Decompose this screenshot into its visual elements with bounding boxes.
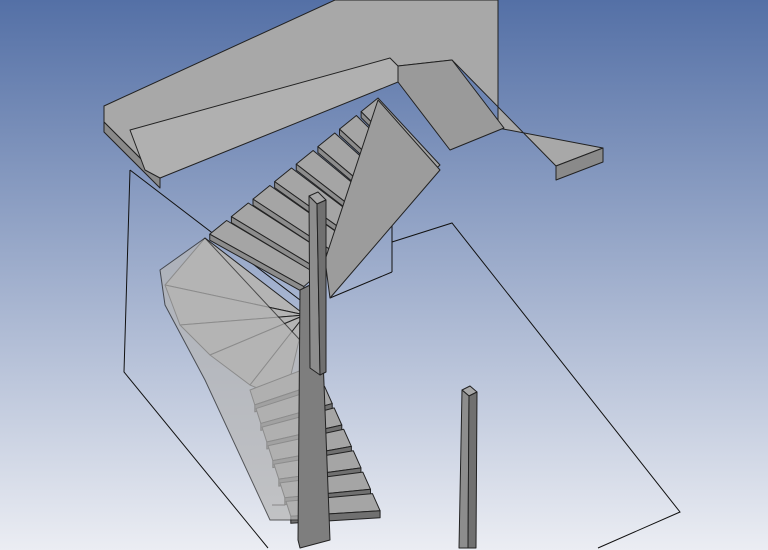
stair-model-scene[interactable] bbox=[0, 0, 768, 550]
newel-post-lower[interactable] bbox=[458, 385, 478, 549]
3d-viewport[interactable] bbox=[0, 0, 768, 550]
newel-post-upper[interactable] bbox=[308, 191, 327, 376]
